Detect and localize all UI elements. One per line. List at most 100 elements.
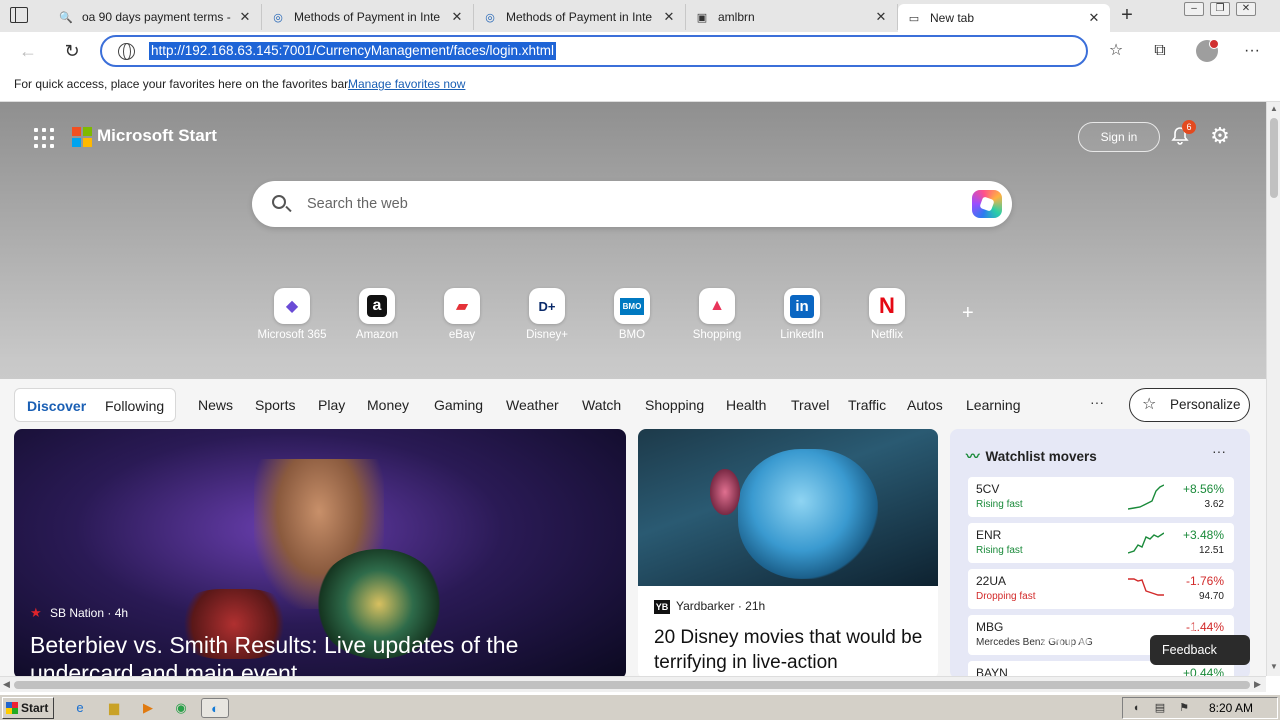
feed-toggle: Discover Following <box>14 388 176 422</box>
tab-traffic[interactable]: Traffic <box>848 397 886 413</box>
close-icon[interactable]: ✕ <box>661 9 677 25</box>
close-icon[interactable]: ✕ <box>449 9 465 25</box>
tab-actions-icon[interactable] <box>10 7 28 23</box>
profile-avatar[interactable] <box>1196 39 1219 62</box>
feedback-button[interactable]: Feedback <box>1150 635 1250 665</box>
tab-methods-1[interactable]: ◎ Methods of Payment in Inte ✕ <box>262 4 474 30</box>
edge-icon[interactable]: ◐ <box>201 698 229 718</box>
tab-amlbrn[interactable]: ▣ amlbrn ✕ <box>686 4 898 30</box>
tab-shopping[interactable]: Shopping <box>645 397 704 413</box>
horizontal-scrollbar[interactable]: ◀ ▶ <box>0 676 1266 692</box>
close-icon[interactable]: ✕ <box>1086 10 1102 26</box>
tab-play[interactable]: Play <box>318 397 345 413</box>
tab-learning[interactable]: Learning <box>966 397 1021 413</box>
scroll-left-icon[interactable]: ◀ <box>3 679 10 690</box>
more-menu-icon[interactable]: ··· <box>1243 42 1261 60</box>
volume-icon[interactable]: ◖ <box>1129 701 1143 715</box>
chrome-icon[interactable]: ◉ <box>171 698 191 718</box>
linkedin-icon: in <box>784 288 820 324</box>
tab-travel[interactable]: Travel <box>791 397 829 413</box>
sparkle-star-icon: ☆ <box>1142 396 1157 413</box>
scroll-thumb[interactable] <box>1270 118 1278 198</box>
watchlist-row[interactable]: ENR Rising fast +3.48% 12.51 <box>968 523 1234 563</box>
tab-discover[interactable]: Discover <box>27 398 86 414</box>
personalize-button[interactable]: ☆ Personalize <box>1129 388 1250 422</box>
close-icon[interactable]: ✕ <box>237 9 253 25</box>
monster-image <box>738 449 878 579</box>
brand-title[interactable]: Microsoft Start <box>97 126 217 146</box>
tab-weather[interactable]: Weather <box>506 397 559 413</box>
tab-sports[interactable]: Sports <box>255 397 295 413</box>
manage-favorites-link[interactable]: Manage favorites now <box>348 77 465 91</box>
site-icon: ◎ <box>273 11 283 24</box>
search-input[interactable] <box>307 191 907 217</box>
scroll-right-icon[interactable]: ▶ <box>1254 679 1261 690</box>
start-button[interactable]: Start <box>2 697 54 719</box>
collections-icon[interactable]: ⧉ <box>1151 42 1169 60</box>
ebay-icon: ▰ <box>444 288 480 324</box>
tab-new-tab[interactable]: ▭ New tab ✕ <box>898 4 1110 32</box>
netflix-icon: N <box>869 288 905 324</box>
quick-link-shopping[interactable]: ▲ Shopping <box>679 288 755 341</box>
quick-link-amazon[interactable]: a Amazon <box>339 288 415 341</box>
media-player-icon[interactable]: ▶ <box>138 698 158 718</box>
article-headline[interactable]: Beterbiev vs. Smith Results: Live update… <box>30 631 610 676</box>
minimize-button[interactable]: – <box>1184 2 1204 16</box>
watchlist-row[interactable]: 5CV Rising fast +8.56% 3.62 <box>968 477 1234 517</box>
folder-icon[interactable]: ▆ <box>104 698 124 718</box>
quick-link-bmo[interactable]: BMO BMO <box>594 288 670 341</box>
hero-article-card[interactable]: ★ SB Nation · 4h Beterbiev vs. Smith Resu… <box>14 429 626 676</box>
reload-button[interactable]: ↻ <box>62 41 82 61</box>
quick-link-disney-plus[interactable]: D+ Disney+ <box>509 288 585 341</box>
quick-link-netflix[interactable]: N Netflix <box>849 288 925 341</box>
close-icon[interactable]: ✕ <box>873 9 889 25</box>
watchlist-title: 〰 Watchlist movers <box>966 449 1097 464</box>
add-shortcut-icon[interactable]: + <box>962 302 974 325</box>
tab-news[interactable]: News <box>198 397 233 413</box>
search-icon: 🔍 <box>59 11 73 24</box>
tab-methods-2[interactable]: ◎ Methods of Payment in Inte ✕ <box>474 4 686 30</box>
tab-watch[interactable]: Watch <box>582 397 621 413</box>
sb-nation-logo-icon: ★ <box>30 605 42 620</box>
copilot-icon[interactable] <box>972 190 1002 218</box>
restore-button[interactable]: ❐ <box>1210 2 1230 16</box>
quick-link-microsoft-365[interactable]: ◆ Microsoft 365 <box>254 288 330 341</box>
favorites-bar-message: For quick access, place your favorites h… <box>14 77 351 91</box>
notifications-button[interactable]: 6 <box>1170 120 1196 146</box>
quick-link-linkedin[interactable]: in LinkedIn <box>764 288 840 341</box>
window-close-button[interactable]: ✕ <box>1236 2 1256 16</box>
tab-health[interactable]: Health <box>726 397 766 413</box>
sign-in-button[interactable]: Sign in <box>1078 122 1160 152</box>
watchlist-row[interactable]: 22UA Dropping fast -1.76% 94.70 <box>968 569 1234 609</box>
tab-money[interactable]: Money <box>367 397 409 413</box>
flag-icon[interactable]: ⚑ <box>1177 701 1191 715</box>
scroll-thumb[interactable] <box>14 681 1250 689</box>
child-image <box>710 469 740 515</box>
ie-icon[interactable]: e <box>70 698 90 718</box>
search-box[interactable] <box>252 181 1012 227</box>
url-text[interactable]: http://192.168.63.145:7001/CurrencyManag… <box>149 42 557 60</box>
tab-following[interactable]: Following <box>105 398 164 414</box>
favorites-star-icon[interactable]: ☆ <box>1107 42 1125 60</box>
trend-icon: 〰 <box>966 449 980 464</box>
article-headline[interactable]: 20 Disney movies that would be terrifyin… <box>654 625 929 675</box>
scroll-up-icon[interactable]: ▲ <box>1270 104 1278 113</box>
vertical-scrollbar[interactable]: ▲ ▼ <box>1266 102 1280 676</box>
yardbarker-logo-icon: YB <box>654 600 670 614</box>
tab-search[interactable]: 🔍 oa 90 days payment terms - ✕ <box>50 4 262 30</box>
back-button[interactable]: ← <box>18 41 38 61</box>
article-card[interactable]: YB Yardbarker · 21h 20 Disney movies that… <box>638 429 938 676</box>
tab-gaming[interactable]: Gaming <box>434 397 483 413</box>
apps-launcher-icon[interactable] <box>34 128 54 148</box>
new-tab-button[interactable]: + <box>1116 5 1138 27</box>
network-icon[interactable]: ▤ <box>1153 701 1167 715</box>
tab-autos[interactable]: Autos <box>907 397 943 413</box>
quick-link-ebay[interactable]: ▰ eBay <box>424 288 500 341</box>
article-source: ★ SB Nation · 4h <box>30 605 129 620</box>
gear-icon[interactable]: ⚙ <box>1208 124 1232 148</box>
address-bar[interactable]: http://192.168.63.145:7001/CurrencyManag… <box>100 35 1088 67</box>
scroll-down-icon[interactable]: ▼ <box>1270 662 1278 671</box>
sparkline-icon <box>1128 484 1164 510</box>
watchlist-more-button[interactable]: ··· <box>1212 443 1226 459</box>
more-categories-button[interactable]: ··· <box>1090 394 1104 410</box>
